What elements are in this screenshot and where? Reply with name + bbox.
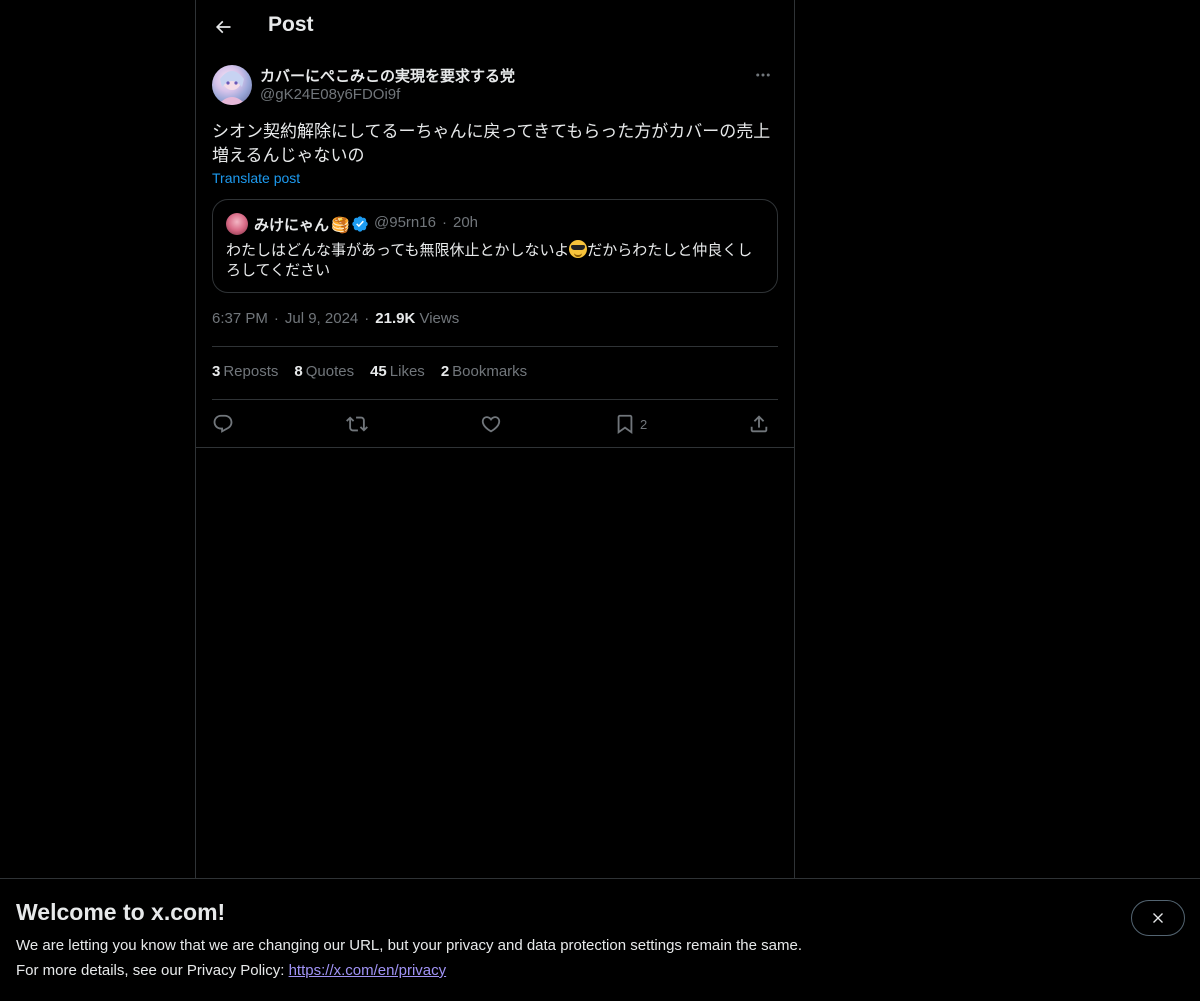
quote-timestamp: 20h	[453, 214, 479, 231]
privacy-policy-link[interactable]: https://x.com/en/privacy	[289, 962, 447, 979]
welcome-banner: Welcome to x.com! We are letting you kno…	[0, 878, 1200, 1001]
quote-author-avatar	[226, 213, 248, 235]
pancake-emoji: 🥞	[331, 217, 350, 234]
quote-author-name-text: みけにゃん	[254, 217, 330, 234]
reposts-stat[interactable]: 3 Reposts	[212, 363, 278, 380]
post-date[interactable]: Jul 9, 2024	[285, 310, 358, 327]
ellipsis-icon	[756, 73, 770, 77]
reply-button[interactable]	[212, 410, 234, 438]
repost-button[interactable]	[346, 410, 368, 438]
translate-post-link[interactable]: Translate post	[212, 170, 300, 186]
quote-author-handle: @95rn16	[374, 214, 436, 231]
views-label: Views	[419, 310, 460, 327]
quote-text: わたしはどんな事があっても無限休止とかしないよ だからわたしと仲良くし ろしてくだ…	[226, 240, 764, 281]
likes-stat[interactable]: 45 Likes	[370, 363, 425, 380]
post-text: シオン契約解除にしてるーちゃんに戻ってきてもらった方がカバーの売上 増えるんじゃ…	[212, 120, 778, 168]
avatar-art	[218, 71, 246, 105]
header: Post	[196, 0, 794, 53]
more-options-button[interactable]	[748, 64, 778, 86]
divider	[212, 399, 778, 400]
likes-count: 45	[370, 363, 387, 380]
bookmarks-count: 2	[440, 363, 450, 380]
quote-text-part: わたしはどんな事があっても無限休止とかしないよ	[226, 242, 570, 259]
close-banner-button[interactable]	[1131, 900, 1185, 936]
like-button[interactable]	[480, 410, 502, 438]
page-title: Post	[268, 13, 314, 36]
separator-dot: ·	[273, 310, 279, 327]
repost-icon	[346, 416, 368, 432]
bookmarks-stat[interactable]: 2 Bookmarks	[441, 363, 527, 380]
post-time[interactable]: 6:37 PM	[212, 310, 268, 327]
likes-label: Likes	[389, 363, 425, 380]
author-avatar[interactable]	[212, 65, 252, 105]
reposts-label: Reposts	[223, 363, 279, 380]
bookmarks-label: Bookmarks	[452, 363, 528, 380]
bookmark-button[interactable]: 2	[614, 410, 647, 438]
author-name[interactable]: カバーにぺこみこの実現を要求する党	[260, 65, 515, 86]
share-icon	[750, 415, 768, 433]
post-meta: 6:37 PM · Jul 9, 2024 · 21.9K Views	[212, 310, 459, 327]
separator-dot: ·	[364, 310, 370, 327]
quotes-count: 8	[294, 363, 303, 380]
divider	[212, 346, 778, 347]
author-handle[interactable]: @gK24E08y6FDOi9f	[260, 86, 400, 103]
quote-text-part: だからわたしと仲良くし	[587, 242, 753, 259]
divider	[196, 447, 794, 448]
bookmark-count: 2	[640, 416, 648, 432]
close-icon	[1153, 913, 1163, 923]
arrow-left-icon	[215, 20, 231, 34]
heart-icon	[481, 416, 501, 433]
post-text-line: シオン契約解除にしてるーちゃんに戻ってきてもらった方がカバーの売上	[212, 122, 771, 141]
back-button[interactable]	[206, 10, 240, 44]
banner-privacy-line: For more details, see our Privacy Policy…	[16, 962, 446, 979]
action-bar: 2	[212, 410, 778, 438]
banner-privacy-prefix: For more details, see our Privacy Policy…	[16, 962, 289, 979]
reply-icon	[213, 414, 233, 433]
quotes-label: Quotes	[305, 363, 355, 380]
share-button[interactable]	[748, 410, 770, 438]
post-stats: 3 Reposts 8 Quotes 45 Likes 2 Bookmarks	[212, 363, 543, 380]
sunglasses-emoji-icon	[569, 240, 588, 258]
post-author: カバーにぺこみこの実現を要求する党 @gK24E08y6FDOi9f	[212, 64, 778, 106]
separator-dot: ·	[442, 214, 447, 231]
quote-author-name: みけにゃん 🥞	[254, 214, 350, 235]
quote-text-part: ろしてください	[226, 262, 331, 279]
post-column: Post カバーにぺこみこの実現を要求する党 @gK24E08y6FDOi9f …	[195, 0, 795, 878]
bookmark-icon	[617, 414, 633, 435]
post-text-line: 増えるんじゃないの	[212, 146, 365, 165]
views-count: 21.9K	[375, 310, 416, 327]
reposts-count: 3	[212, 363, 221, 380]
quotes-stat[interactable]: 8 Quotes	[294, 363, 354, 380]
banner-title: Welcome to x.com!	[16, 899, 226, 925]
quoted-post[interactable]: みけにゃん 🥞 @95rn16 · 20h わたしはどんな事があっても無限休止とか…	[212, 199, 778, 293]
verified-badge-icon	[352, 216, 368, 232]
banner-message: We are letting you know that we are chan…	[16, 937, 802, 954]
